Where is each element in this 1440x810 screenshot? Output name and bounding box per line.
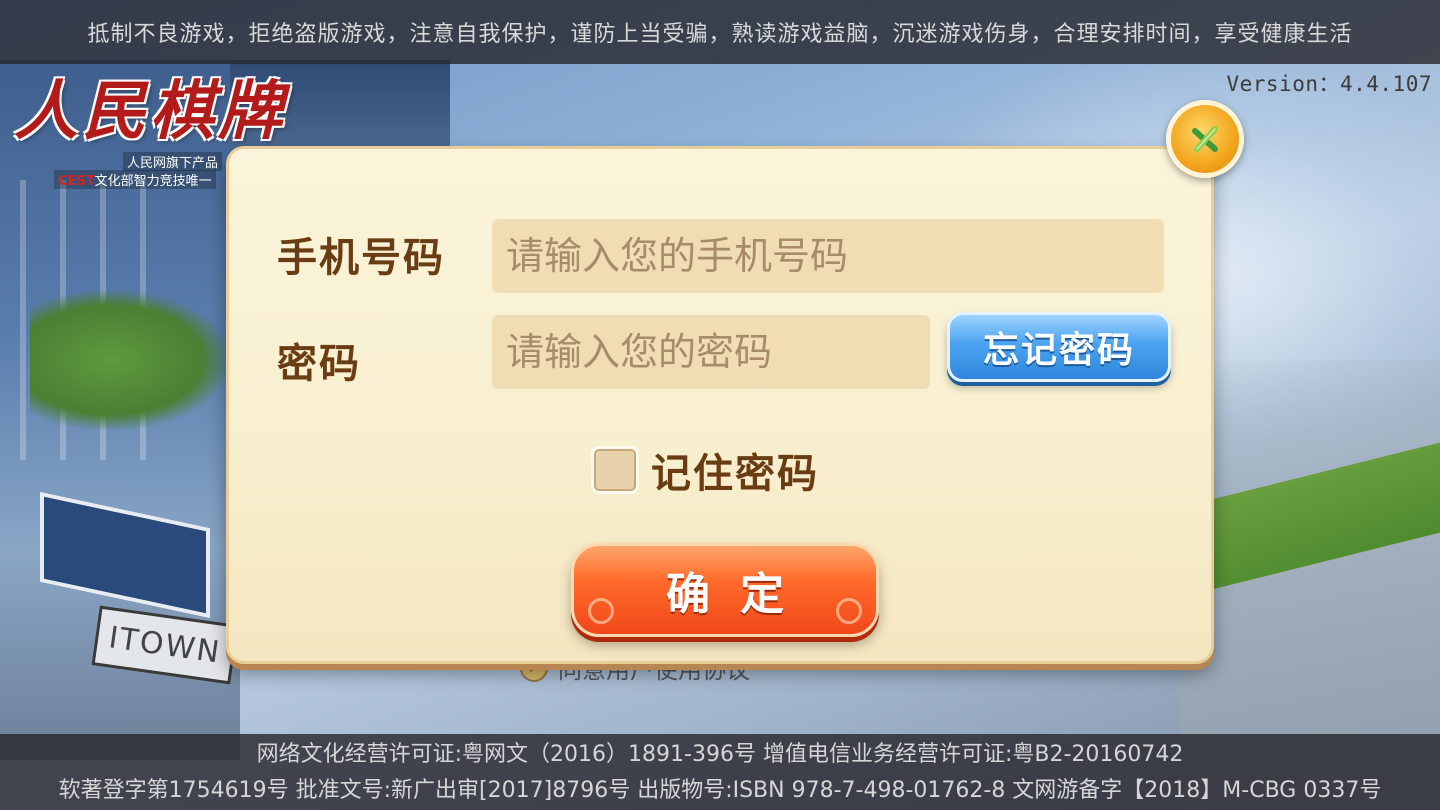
phone-label: 手机号码 bbox=[277, 235, 445, 281]
remember-password-toggle[interactable]: 记住密码 bbox=[591, 441, 819, 499]
health-notice-text: 抵制不良游戏，拒绝盗版游戏，注意自我保护，谨防上当受骗，熟读游戏益脑，沉迷游戏伤… bbox=[87, 22, 1353, 47]
background-trees bbox=[30, 290, 230, 430]
phone-input[interactable] bbox=[492, 219, 1164, 293]
swirl-ornament-icon bbox=[836, 598, 862, 624]
logo-subtitle: 人民网旗下产品 bbox=[123, 152, 223, 171]
close-icon bbox=[1192, 126, 1218, 152]
logo-tagline: CEST文化部智力竞技唯一 bbox=[54, 170, 216, 189]
forgot-password-button[interactable]: 忘记密码 bbox=[947, 312, 1171, 382]
license-line-1: 网络文化经营许可证:粤网文（2016）1891-396号 增值电信业务经营许可证… bbox=[256, 742, 1184, 767]
confirm-label: 确定 bbox=[666, 569, 814, 620]
confirm-button[interactable]: 确定 bbox=[571, 543, 879, 637]
logo-tagline-text: 文化部智力竞技唯一 bbox=[94, 174, 212, 189]
close-button[interactable] bbox=[1166, 100, 1244, 178]
health-notice-bar: 抵制不良游戏，拒绝盗版游戏，注意自我保护，谨防上当受骗，熟读游戏益脑，沉迷游戏伤… bbox=[0, 0, 1440, 64]
checkbox-icon[interactable] bbox=[591, 446, 639, 494]
swirl-ornament-icon bbox=[588, 598, 614, 624]
license-line-2: 软著登字第1754619号 批准文号:新广出审[2017]8796号 出版物号:… bbox=[58, 778, 1382, 803]
remember-password-label: 记住密码 bbox=[651, 451, 819, 497]
version-label: Version：4.4.107 bbox=[1226, 72, 1432, 96]
logo-title: 人民棋牌 bbox=[14, 74, 286, 149]
license-bar: 网络文化经营许可证:粤网文（2016）1891-396号 增值电信业务经营许可证… bbox=[0, 734, 1440, 810]
logo-cest-mark: CEST bbox=[58, 174, 95, 189]
login-dialog: 手机号码 密码 忘记密码 记住密码 确定 bbox=[226, 146, 1214, 664]
password-input[interactable] bbox=[492, 315, 930, 389]
password-label: 密码 bbox=[277, 341, 361, 387]
